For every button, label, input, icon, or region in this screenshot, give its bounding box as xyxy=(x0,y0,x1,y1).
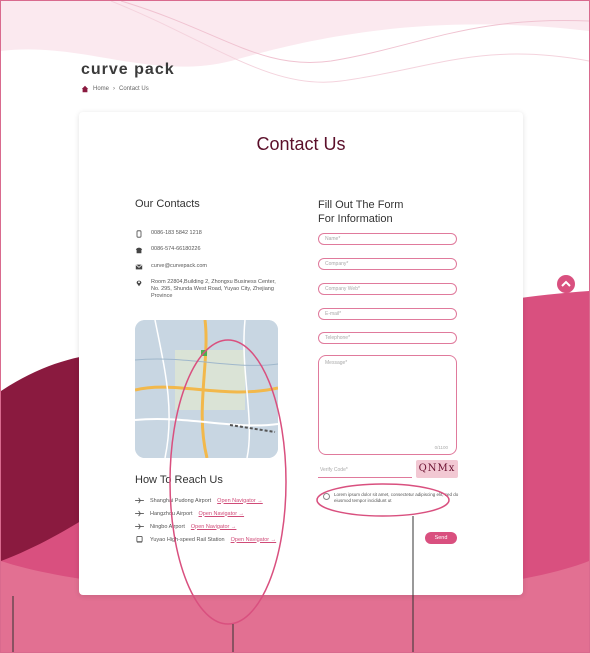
scroll-to-top-button[interactable] xyxy=(557,275,575,293)
page-title: Contact Us xyxy=(256,134,346,154)
character-counter: 0/1100 xyxy=(434,445,448,450)
plane-icon xyxy=(135,510,144,517)
mail-icon xyxy=(135,264,143,270)
contact-address: Room 22804,Building 2, Zhongxu Business … xyxy=(135,279,285,300)
open-navigator-link[interactable]: Open Navigator → xyxy=(199,511,245,517)
how-to-reach-heading: How To Reach Us xyxy=(135,474,223,486)
reach-item: Hangzhou Airport Open Navigator → xyxy=(135,510,244,517)
reach-item: Yuyao High-speed Rail Station Open Navig… xyxy=(135,536,276,543)
reach-item-text: Yuyao High-speed Rail Station xyxy=(150,536,225,543)
our-contacts-heading: Our Contacts xyxy=(135,198,200,210)
plane-icon xyxy=(135,497,144,504)
reach-item: Shanghai Pudong Airport Open Navigator → xyxy=(135,497,263,504)
plane-icon xyxy=(135,523,144,530)
agreement-text: Lorem ipsum dolor sit amet, consectetur … xyxy=(334,492,459,503)
contact-telephone-text: 0086-574-66180226 xyxy=(151,246,201,252)
contact-card: Contact Us Our Contacts 0086-183 5842 12… xyxy=(79,112,523,595)
map-image xyxy=(135,320,278,458)
form-heading: Fill Out The Form For Information xyxy=(318,198,403,226)
contact-phone: 0086-183 5842 1218 xyxy=(135,230,285,238)
captcha-image[interactable]: QNMx xyxy=(416,460,458,478)
company-field[interactable]: Company* xyxy=(318,258,457,270)
location-map[interactable] xyxy=(135,320,278,458)
form-heading-line1: Fill Out The Form xyxy=(318,199,404,211)
reach-item-text: Ningbo Airport xyxy=(150,523,185,530)
form-heading-line2: For Information xyxy=(318,213,393,225)
agreement-checkbox-row[interactable]: Lorem ipsum dolor sit amet, consectetur … xyxy=(323,492,463,504)
breadcrumb: Home › Contact Us xyxy=(81,85,149,93)
message-field[interactable]: Message* 0/1100 xyxy=(318,355,457,455)
telephone-field[interactable]: Telephone* xyxy=(318,332,457,344)
open-navigator-link[interactable]: Open Navigator → xyxy=(191,524,237,530)
phone-icon xyxy=(136,230,142,238)
send-button[interactable]: Send xyxy=(425,532,457,544)
brand-logo[interactable]: curve pack xyxy=(81,61,175,79)
open-navigator-link[interactable]: Open Navigator → xyxy=(231,537,277,543)
contact-email: curve@curvepack.com xyxy=(135,263,285,271)
agreement-checkbox[interactable] xyxy=(323,493,330,500)
location-pin-icon xyxy=(136,280,142,287)
email-field[interactable]: E-mail* xyxy=(318,308,457,320)
company-web-field[interactable]: Company Web* xyxy=(318,283,457,295)
chevron-up-icon xyxy=(561,280,571,287)
contact-telephone: 0086-574-66180226 xyxy=(135,246,285,254)
reach-item-text: Shanghai Pudong Airport xyxy=(150,497,212,504)
message-placeholder: Message* xyxy=(325,360,348,366)
open-navigator-link[interactable]: Open Navigator → xyxy=(217,498,263,504)
contact-address-text: Room 22804,Building 2, Zhongxu Business … xyxy=(151,279,276,299)
reach-item-text: Hangzhou Airport xyxy=(150,510,193,517)
telephone-icon xyxy=(135,247,143,254)
name-field[interactable]: Name* xyxy=(318,233,457,245)
breadcrumb-current: Contact Us xyxy=(119,86,149,92)
reach-item: Ningbo Airport Open Navigator → xyxy=(135,523,236,530)
page-frame: curve pack Home › Contact Us Contact Us … xyxy=(0,0,590,653)
contact-email-text: curve@curvepack.com xyxy=(151,263,208,269)
verify-code-field[interactable]: Verify Code* xyxy=(318,464,412,478)
breadcrumb-separator: › xyxy=(113,86,116,92)
breadcrumb-home[interactable]: Home xyxy=(93,86,109,92)
contact-phone-text: 0086-183 5842 1218 xyxy=(151,230,202,236)
home-icon[interactable] xyxy=(81,85,89,93)
train-icon xyxy=(136,536,143,543)
